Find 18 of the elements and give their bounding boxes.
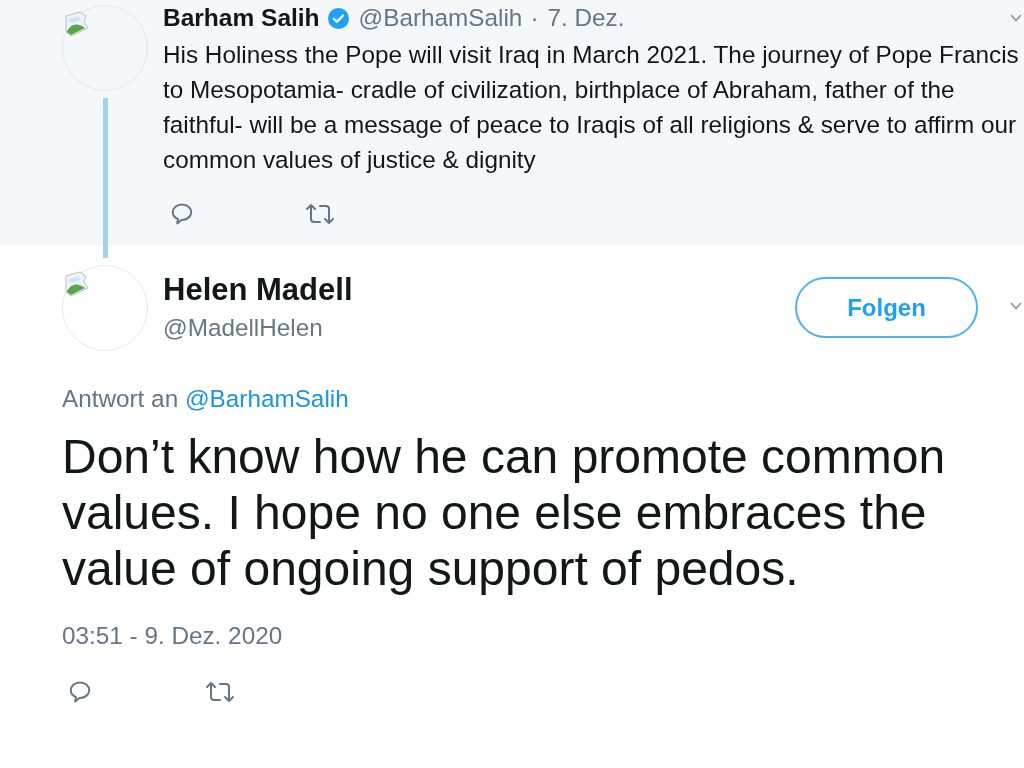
separator-dot: · — [530, 4, 539, 32]
author-handle[interactable]: @BarhamSalih — [358, 4, 523, 32]
tweet-text: Don’t know how he can promote common values. I hope no one else embraces the value of ongoing support of pedos. — [62, 429, 946, 597]
tweet-date[interactable]: 7. Dez. — [547, 4, 625, 32]
chevron-down-icon[interactable] — [1010, 14, 1022, 22]
tweet-text: His Holiness the Pope will visit Iraq in March 2021. The journey of Pope Francis to Mesopotamia- cradle of civilization, birthplace of Abraham, father of the faithful- will be a message of peace to Iraqis of all religions & serve to affirm our common values of justice & dignity — [163, 40, 1019, 175]
retweet-icon[interactable] — [304, 202, 336, 226]
reply-icon[interactable] — [68, 680, 92, 704]
mention-link[interactable]: @BarhamSalih — [184, 385, 349, 412]
reply-context: Antwort an @BarhamSalih — [62, 384, 349, 414]
author-handle[interactable]: @MadellHelen — [163, 314, 323, 342]
author-name[interactable]: Helen Madell — [163, 272, 353, 308]
retweet-icon[interactable] — [204, 680, 236, 704]
follow-button[interactable]: Folgen — [795, 277, 978, 338]
chevron-down-icon[interactable] — [1010, 302, 1022, 310]
author-name[interactable]: Barham Salih — [163, 4, 320, 32]
reply-icon[interactable] — [170, 202, 194, 226]
tweet-timestamp: 03:51 - 9. Dez. 2020 — [62, 621, 283, 651]
